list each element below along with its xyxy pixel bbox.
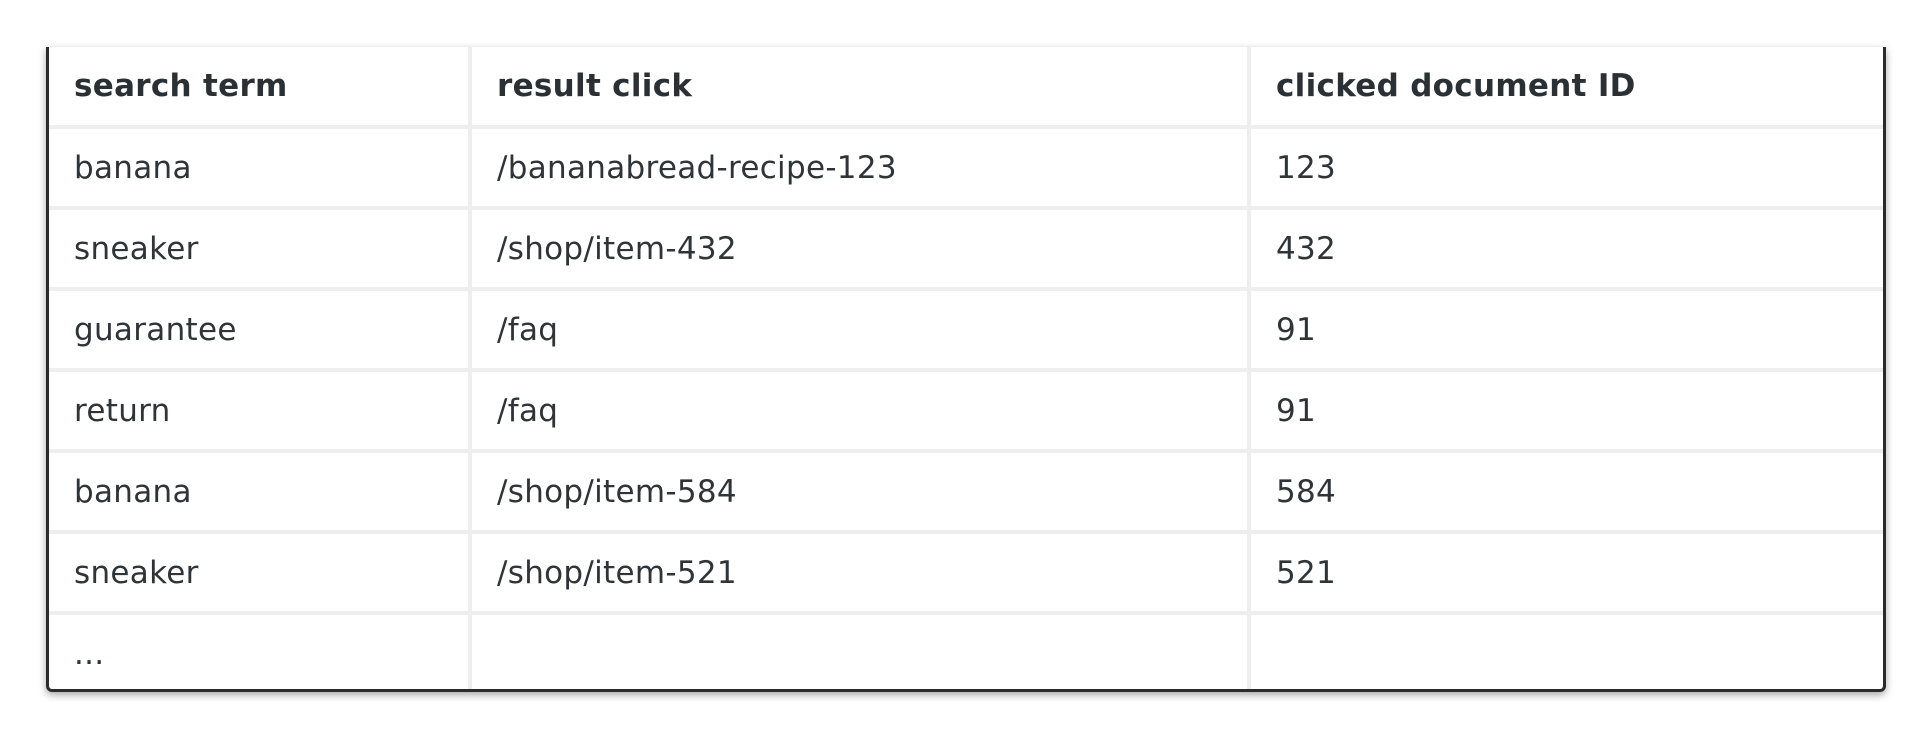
cell-result-click: /shop/item-521 — [470, 532, 1251, 615]
table-row: guarantee /faq 91 — [49, 289, 1883, 372]
cell-document-id: 91 — [1249, 370, 1883, 453]
column-header-clicked-document-id: clicked document ID — [1249, 47, 1883, 129]
cell-document-id: 432 — [1249, 208, 1883, 291]
table-row: banana /shop/item-584 584 — [49, 451, 1883, 534]
cell-search-term: ... — [49, 613, 472, 689]
column-header-search-term: search term — [49, 47, 472, 129]
table-row: banana /bananabread-recipe-123 123 — [49, 127, 1883, 210]
cell-search-term: banana — [49, 451, 472, 534]
cell-search-term: sneaker — [49, 208, 472, 291]
column-header-result-click: result click — [470, 47, 1251, 129]
cell-search-term: banana — [49, 127, 472, 210]
cell-document-id: 584 — [1249, 451, 1883, 534]
cell-document-id — [1249, 613, 1883, 689]
table-row: sneaker /shop/item-432 432 — [49, 208, 1883, 291]
cell-search-term: return — [49, 370, 472, 453]
cell-result-click: /shop/item-584 — [470, 451, 1251, 534]
cell-document-id: 91 — [1249, 289, 1883, 372]
cell-search-term: guarantee — [49, 289, 472, 372]
cell-document-id: 123 — [1249, 127, 1883, 210]
cell-result-click: /bananabread-recipe-123 — [470, 127, 1251, 210]
cell-search-term: sneaker — [49, 532, 472, 615]
search-clicks-table-card: search term result click clicked documen… — [46, 47, 1886, 692]
table-row: sneaker /shop/item-521 521 — [49, 532, 1883, 615]
table-row-ellipsis: ... — [49, 613, 1883, 689]
cell-document-id: 521 — [1249, 532, 1883, 615]
cell-result-click: /faq — [470, 289, 1251, 372]
search-clicks-table: search term result click clicked documen… — [49, 47, 1883, 689]
table-header-row: search term result click clicked documen… — [49, 47, 1883, 129]
cell-result-click — [470, 613, 1251, 689]
cell-result-click: /shop/item-432 — [470, 208, 1251, 291]
table-row: return /faq 91 — [49, 370, 1883, 453]
cell-result-click: /faq — [470, 370, 1251, 453]
